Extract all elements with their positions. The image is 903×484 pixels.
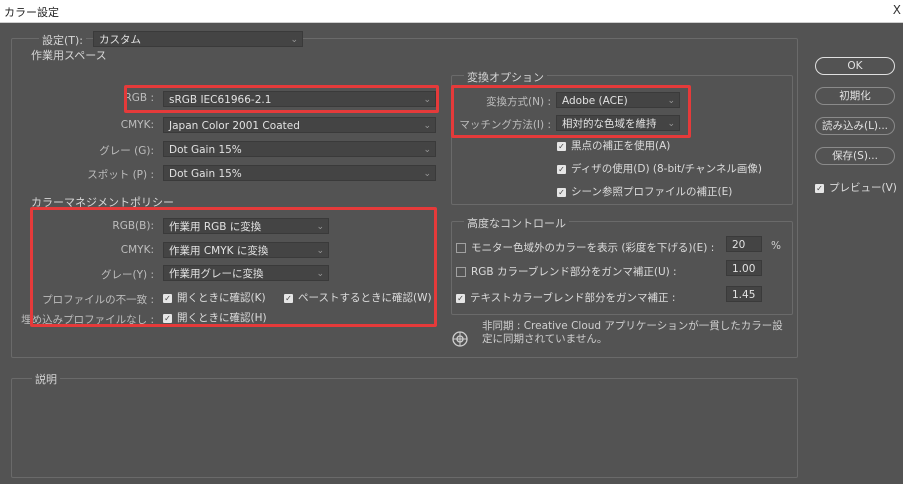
load-button[interactable]: 読み込み(L)...: [815, 117, 895, 135]
save-button[interactable]: 保存(S)...: [815, 147, 895, 165]
window-title: カラー設定: [4, 6, 59, 19]
advanced-legend: 高度なコントロール: [464, 215, 569, 231]
rgb-blend-checkbox[interactable]: RGB カラーブレンド部分をガンマ補正(U) :: [456, 264, 677, 279]
chevron-down-icon: ⌄: [290, 35, 298, 45]
percent-unit: %: [771, 240, 781, 252]
settings-label: 設定(T):: [39, 32, 87, 48]
close-icon[interactable]: X: [893, 3, 901, 17]
sync-status-text: 非同期 : Creative Cloud アプリケーションが一貫したカラー設定に…: [482, 320, 783, 345]
unchecked-box-icon: [456, 243, 466, 253]
title-bar: カラー設定 X: [0, 0, 903, 23]
bpc-checkbox[interactable]: ✓ 黒点の補正を使用(A): [557, 138, 670, 153]
checkmark-icon: ✓: [557, 187, 566, 197]
sync-icon: [452, 331, 468, 347]
spot-working-select[interactable]: Dot Gain 15% ⌄: [163, 165, 436, 181]
checkmark-icon: ✓: [557, 141, 566, 151]
cmyk-working-select[interactable]: Japan Color 2001 Coated ⌄: [163, 117, 436, 133]
dither-checkbox[interactable]: ✓ ディザの使用(D) (8-bit/チャンネル画像): [557, 161, 762, 176]
chevron-down-icon: ⌄: [423, 145, 431, 155]
gray-working-select[interactable]: Dot Gain 15% ⌄: [163, 141, 436, 157]
working-spaces-legend: 作業用スペース: [28, 47, 110, 63]
highlight-policies: [30, 207, 437, 327]
unchecked-box-icon: [456, 267, 466, 277]
checkmark-icon: ✓: [815, 183, 824, 193]
cmyk-working-label: CMYK:: [120, 119, 154, 131]
highlight-conversion: [451, 85, 691, 138]
desaturate-input[interactable]: 20: [726, 236, 762, 252]
settings-select[interactable]: カスタム ⌄: [93, 31, 303, 47]
description-legend: 説明: [32, 371, 60, 387]
scene-checkbox[interactable]: ✓ シーン参照プロファイルの補正(E): [557, 184, 732, 199]
conversion-legend: 変換オプション: [464, 69, 547, 85]
reset-button[interactable]: 初期化: [815, 87, 895, 105]
checkmark-icon: ✓: [456, 293, 465, 303]
description-group: [11, 378, 798, 478]
chevron-down-icon: ⌄: [423, 121, 431, 131]
rgb-blend-input[interactable]: 1.00: [726, 260, 762, 276]
preview-checkbox[interactable]: ✓ プレビュー(V): [815, 180, 897, 195]
gray-working-label: グレー (G):: [99, 145, 154, 157]
chevron-down-icon: ⌄: [423, 169, 431, 179]
checkmark-icon: ✓: [557, 164, 566, 174]
text-blend-input[interactable]: 1.45: [726, 286, 762, 302]
text-blend-checkbox[interactable]: ✓ テキストカラーブレンド部分をガンマ補正 :: [456, 290, 675, 305]
highlight-rgb-working: [124, 85, 439, 113]
desaturate-checkbox[interactable]: モニター色域外のカラーを表示 (彩度を下げる)(E) :: [456, 240, 714, 255]
ok-button[interactable]: OK: [815, 57, 895, 75]
spot-working-label: スポット (P) :: [87, 169, 154, 181]
